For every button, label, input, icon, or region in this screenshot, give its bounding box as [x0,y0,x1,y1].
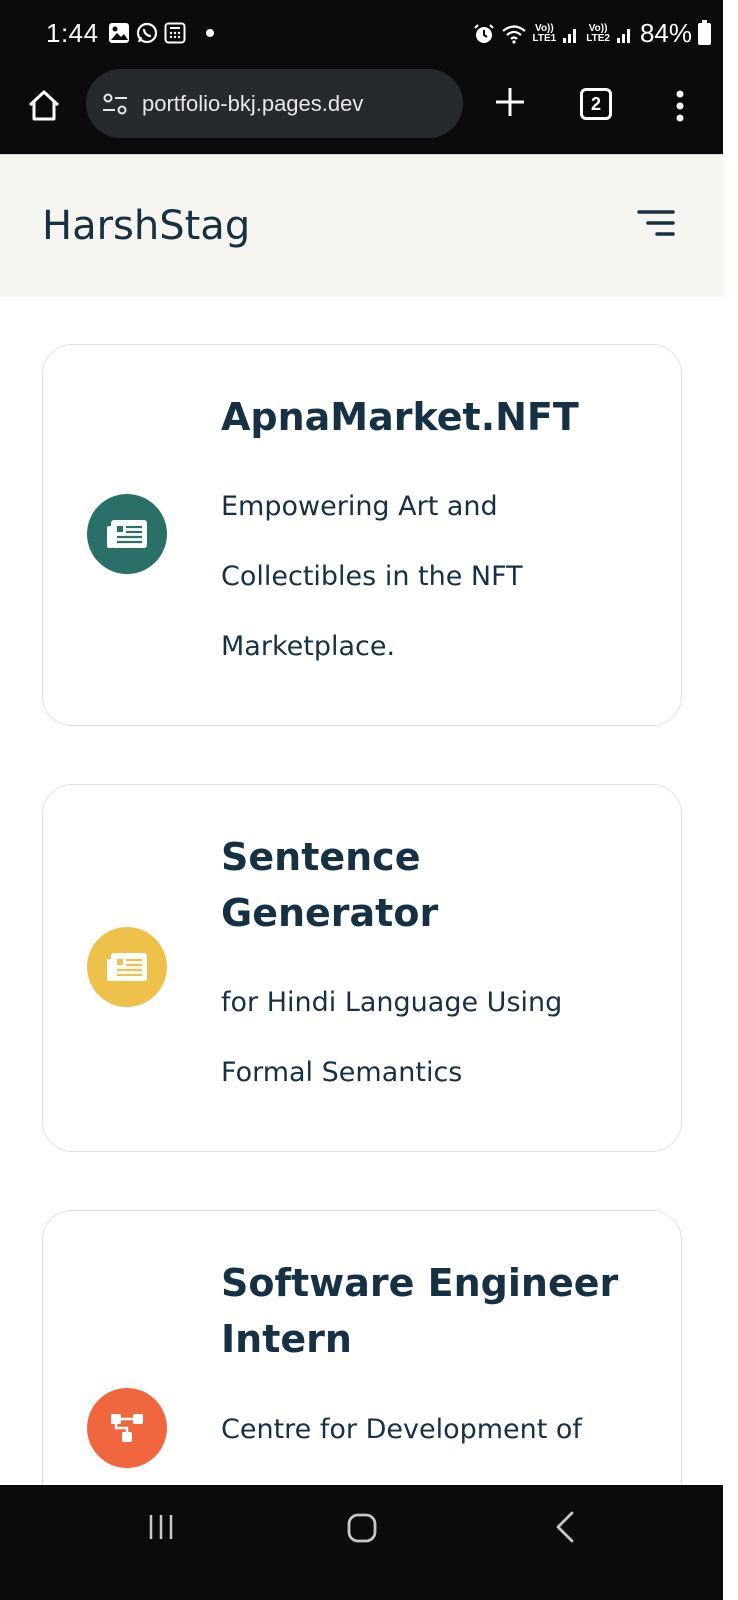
whatsapp-icon [136,22,158,44]
project-description: for Hindi Language Using Formal Semantic… [221,987,563,1088]
project-icon-badge [87,927,167,1007]
project-title: Sentence Generator [221,835,439,935]
home-nav-icon[interactable] [346,1512,378,1544]
experience-card[interactable]: Software Engineer Intern Centre for Deve… [42,1210,682,1485]
more-options-icon[interactable] [670,86,690,126]
notification-icons [108,22,214,44]
status-bar: 1:44 Vo)) LTE1 Vo)) LTE2 84% [0,0,723,68]
project-card[interactable]: Sentence Generator for Hindi Language Us… [42,784,682,1152]
experience-description: Centre for Development of [221,1414,582,1445]
sim1-label: Vo)) LTE1 [532,22,557,44]
experience-title: Software Engineer Intern [221,1261,619,1361]
status-right: Vo)) LTE1 Vo)) LTE2 84% [473,18,711,49]
project-icon-badge [87,494,167,574]
back-icon[interactable] [552,1510,578,1544]
signal-icon [563,28,577,43]
signal-icon [616,28,630,43]
browser-toolbar: portfolio-bkj.pages.dev 2 [0,68,723,154]
menu-icon[interactable] [636,207,676,239]
portfolio-content: ApnaMarket.NFT Empowering Art and Collec… [0,297,723,1485]
new-tab-icon[interactable] [490,82,530,122]
home-icon[interactable] [24,86,64,126]
address-bar[interactable]: portfolio-bkj.pages.dev [86,69,463,138]
newspaper-icon [107,520,147,548]
status-time: 1:44 [46,18,99,48]
experience-icon-badge [87,1388,167,1468]
battery-percent: 84% [639,18,692,48]
site-header: HarshStag [0,154,723,297]
project-title: ApnaMarket.NFT [221,395,579,439]
battery-icon [698,19,711,45]
site-brand[interactable]: HarshStag [42,203,250,249]
wifi-icon [501,24,526,44]
site-settings-icon[interactable] [100,89,130,119]
project-description: Empowering Art and Collectibles in the N… [221,491,523,662]
alarm-icon [473,23,494,43]
calculator-icon [164,22,186,44]
recent-apps-icon[interactable] [146,1512,176,1542]
sitemap-icon [111,1414,143,1442]
more-notifications-dot [206,29,214,37]
gallery-icon [109,23,129,43]
newspaper-icon [107,953,147,981]
project-card[interactable]: ApnaMarket.NFT Empowering Art and Collec… [42,344,682,726]
tab-switcher-button[interactable]: 2 [580,88,612,120]
url-text[interactable]: portfolio-bkj.pages.dev [142,91,363,117]
system-nav-bar [0,1485,723,1600]
sim2-label: Vo)) LTE2 [586,22,610,44]
